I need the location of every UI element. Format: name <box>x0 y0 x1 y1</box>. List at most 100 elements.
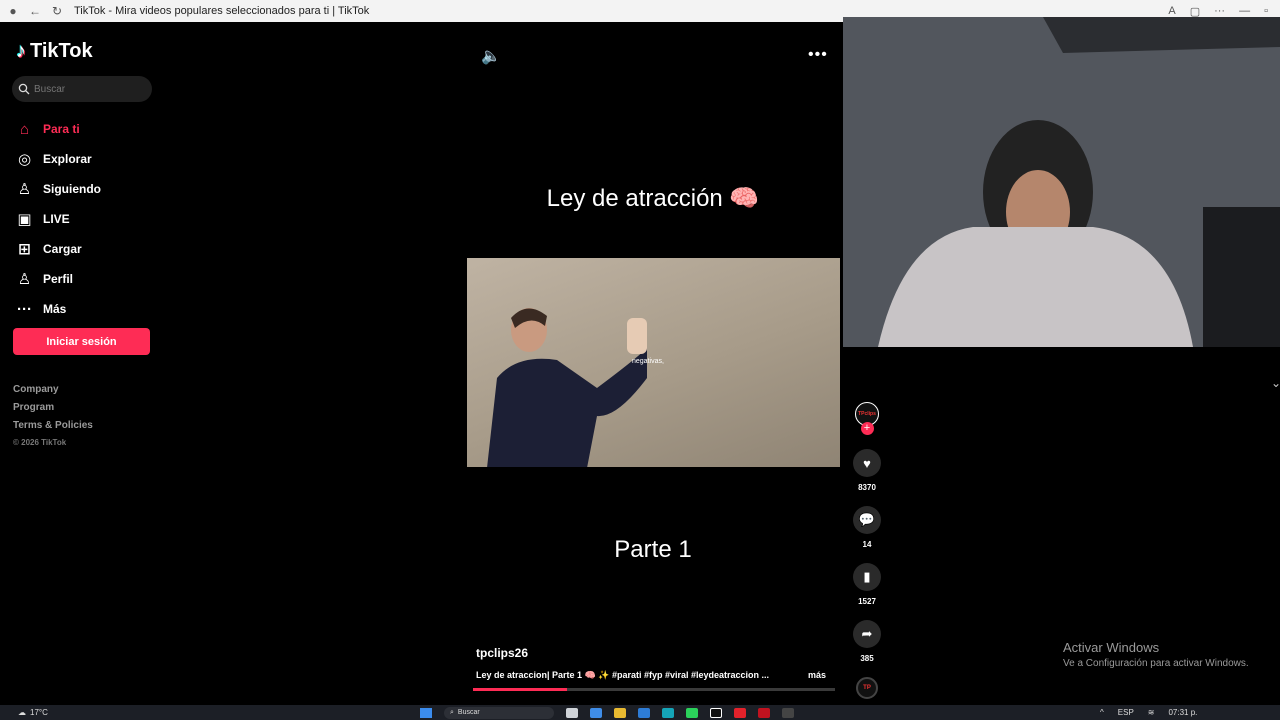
live-icon: ▣ <box>17 211 32 228</box>
follow-plus-button[interactable]: + <box>860 422 874 435</box>
share-icon[interactable]: ➦ <box>853 620 881 648</box>
footer-link-terms[interactable]: Terms & Policies <box>13 420 93 438</box>
video-title-text: Ley de atracción 🧠 <box>546 185 760 212</box>
more-icon: ··· <box>17 300 32 318</box>
tiktok-logo[interactable]: ♪ TikTok <box>16 40 93 63</box>
sidebar-item-mas[interactable]: ··· Más <box>16 294 101 324</box>
red-app-icon[interactable] <box>758 707 770 718</box>
avatar-text: TPclips <box>858 411 876 417</box>
edge-icon[interactable] <box>590 707 602 718</box>
sidebar-item-label: Siguiendo <box>43 182 101 196</box>
watermark-line1: Activar Windows <box>1063 640 1160 655</box>
search-box[interactable] <box>12 76 152 102</box>
footer-link-company[interactable]: Company <box>13 384 93 402</box>
copyright: © 2026 TikTok <box>13 438 67 447</box>
home-icon: ⌂ <box>19 120 30 138</box>
footer-link-program[interactable]: Program <box>13 402 93 420</box>
wifi-icon[interactable]: ≋ <box>1148 708 1155 717</box>
taskbar-search-icon: ⌕ <box>450 708 454 716</box>
search-icon <box>18 83 30 95</box>
bookmark-icon[interactable]: ▮ <box>853 563 881 591</box>
sidebar-item-explorar[interactable]: ◎ Explorar <box>16 144 101 174</box>
sidebar-item-label: Explorar <box>43 152 92 166</box>
back-icon[interactable]: ← <box>28 4 42 18</box>
browser-controls: A ▢ ··· — ▫ <box>1168 5 1280 18</box>
weather-icon: ☁ <box>18 708 26 717</box>
weather-widget[interactable]: ☁ 17°C <box>0 708 48 717</box>
video-author[interactable]: tpclips26 <box>476 646 528 660</box>
sidebar-item-siguiendo[interactable]: ♙ Siguiendo <box>16 174 101 204</box>
video-frame-image <box>487 308 647 467</box>
taskbar-search[interactable]: ⌕ Buscar <box>444 706 554 719</box>
sidebar-item-label: Perfil <box>43 272 74 286</box>
translate-icon[interactable]: A <box>1168 5 1175 18</box>
windows-activation-watermark: Activar Windows Ve a Configuración para … <box>1063 640 1249 669</box>
tiktok-app-icon[interactable] <box>710 707 722 718</box>
sidebar-item-label: Cargar <box>43 242 82 256</box>
tray-chevron-icon[interactable]: ^ <box>1100 708 1104 717</box>
store-icon[interactable] <box>638 707 650 718</box>
comment-icon[interactable]: 💬 <box>853 506 881 534</box>
sidebar-item-para-ti[interactable]: ⌂ Para ti <box>16 114 101 144</box>
save-count: 1527 <box>858 597 876 606</box>
refresh-icon[interactable]: ↻ <box>50 4 64 18</box>
watermark-line2: Ve a Configuración para activar Windows. <box>1063 658 1249 669</box>
video-subtitle: negativas, <box>632 358 664 365</box>
comment-count: 14 <box>862 540 872 549</box>
video-caption: Ley de atraccion| Parte 1 🧠 ✨ #parati #f… <box>476 670 770 680</box>
music-disc-icon[interactable]: TP <box>856 677 878 699</box>
video-player[interactable]: negativas, <box>467 258 840 467</box>
more-options-icon: ••• <box>808 46 828 63</box>
like-count: 8370 <box>858 483 876 492</box>
heart-icon[interactable]: ♥ <box>853 449 881 477</box>
like-action[interactable]: ♥ 8370 <box>853 449 881 492</box>
taskbar-apps: ⌕ Buscar <box>420 706 794 719</box>
sidebar: ♪ TikTok ⌂ Para ti ◎ Explorar ♙ Siguiend… <box>0 22 170 702</box>
maximize-icon[interactable]: ▫ <box>1264 5 1268 18</box>
tiktok-favicon-icon: ● <box>9 4 17 18</box>
browser-tab-title: TikTok - Mira videos populares seleccion… <box>74 5 370 17</box>
sidebar-item-label: LIVE <box>43 212 70 226</box>
sidebar-item-perfil[interactable]: ♙ Perfil <box>16 264 101 294</box>
mute-button[interactable]: 🔈 <box>481 46 501 66</box>
task-view-icon[interactable] <box>566 707 578 718</box>
share-action[interactable]: ➦ 385 <box>853 620 881 663</box>
save-action[interactable]: ▮ 1527 <box>853 563 881 606</box>
following-icon: ♙ <box>17 181 32 198</box>
video-options-button[interactable]: ••• <box>808 46 828 64</box>
obs-icon[interactable] <box>782 707 794 718</box>
youtube-icon[interactable] <box>734 707 746 718</box>
file-explorer-icon[interactable] <box>614 707 626 718</box>
system-tray: ^ ESP ≋ 07:31 p. <box>1100 708 1197 717</box>
app-install-icon[interactable]: ▢ <box>1190 5 1200 18</box>
webcam-image <box>843 17 1280 347</box>
tiktok-note-icon: ♪ <box>16 40 26 62</box>
browser-nav: ● ← ↻ <box>0 4 64 18</box>
browser-menu-icon[interactable]: ··· <box>1214 5 1225 18</box>
clock[interactable]: 07:31 p. <box>1168 708 1197 717</box>
comment-action[interactable]: 💬 14 <box>853 506 881 549</box>
sidebar-item-live[interactable]: ▣ LIVE <box>16 204 101 234</box>
share-count: 385 <box>860 654 874 663</box>
windows-start-icon[interactable] <box>420 707 432 718</box>
browser-app-icon[interactable] <box>662 707 674 718</box>
green-app-icon[interactable] <box>686 707 698 718</box>
minimize-icon[interactable]: — <box>1239 5 1250 18</box>
sidebar-item-cargar[interactable]: ⊞ Cargar <box>16 234 101 264</box>
action-rail: TPclips + ♥ 8370 💬 14 ▮ 1527 ➦ 385 TP <box>852 402 882 699</box>
video-part-text: Parte 1 <box>614 536 692 563</box>
logo-text: TikTok <box>30 40 93 62</box>
login-button[interactable]: Iniciar sesión <box>13 328 150 355</box>
webcam-overlay <box>843 17 1280 347</box>
speaker-icon: 🔈 <box>481 48 501 65</box>
scroll-down-chevron-icon[interactable]: ⌄ <box>1271 376 1280 390</box>
weather-temp: 17°C <box>30 708 48 717</box>
sidebar-item-label: Para ti <box>43 122 80 136</box>
caption-more-link[interactable]: más <box>808 670 826 680</box>
taskbar: ☁ 17°C ⌕ Buscar ^ ESP ≋ 07:31 p. <box>0 705 1280 720</box>
search-input[interactable] <box>34 83 144 95</box>
language-indicator[interactable]: ESP <box>1118 708 1134 717</box>
sidebar-item-label: Más <box>43 302 67 316</box>
upload-icon: ⊞ <box>18 241 31 258</box>
video-progress-bar[interactable] <box>473 688 835 691</box>
